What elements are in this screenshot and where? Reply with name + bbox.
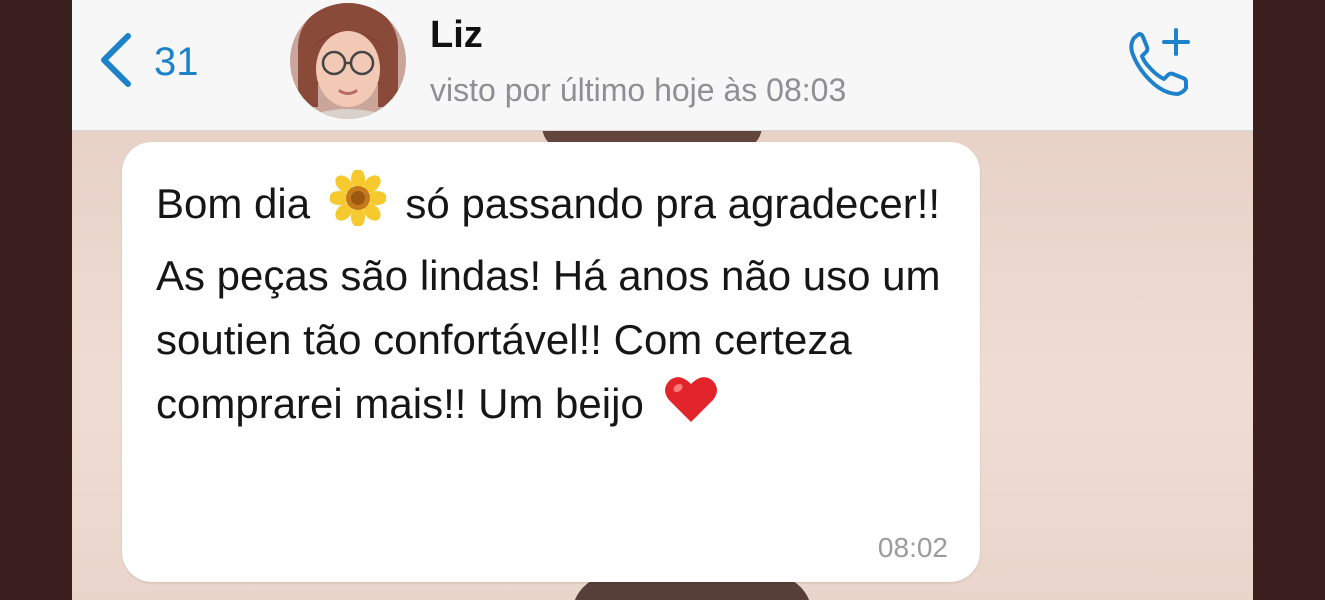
last-seen-status: visto por último hoje às 08:03 bbox=[430, 72, 847, 108]
contact-name[interactable]: Liz bbox=[430, 14, 483, 57]
add-call-icon bbox=[1120, 28, 1200, 106]
message-timestamp: 08:02 bbox=[877, 532, 948, 563]
unread-count: 31 bbox=[154, 39, 199, 84]
chat-header: 31 Liz visto por último hoje às 08:03 bbox=[72, 0, 1253, 131]
sunflower-emoji-icon bbox=[328, 169, 387, 244]
back-button[interactable]: 31 bbox=[98, 30, 199, 94]
message-text-part1: Bom dia bbox=[156, 180, 311, 228]
chat-window: 31 Liz visto por último hoje às 08:03 Bo… bbox=[72, 0, 1253, 600]
chevron-left-icon bbox=[98, 32, 132, 93]
add-call-button[interactable] bbox=[1120, 22, 1200, 102]
red-heart-emoji-icon bbox=[663, 372, 719, 442]
message-bubble[interactable]: Bom dia só passando pra agradecer!! As p… bbox=[122, 142, 980, 582]
message-text: Bom dia só passando pra agradecer!! As p… bbox=[156, 169, 956, 442]
avatar[interactable] bbox=[290, 3, 406, 119]
